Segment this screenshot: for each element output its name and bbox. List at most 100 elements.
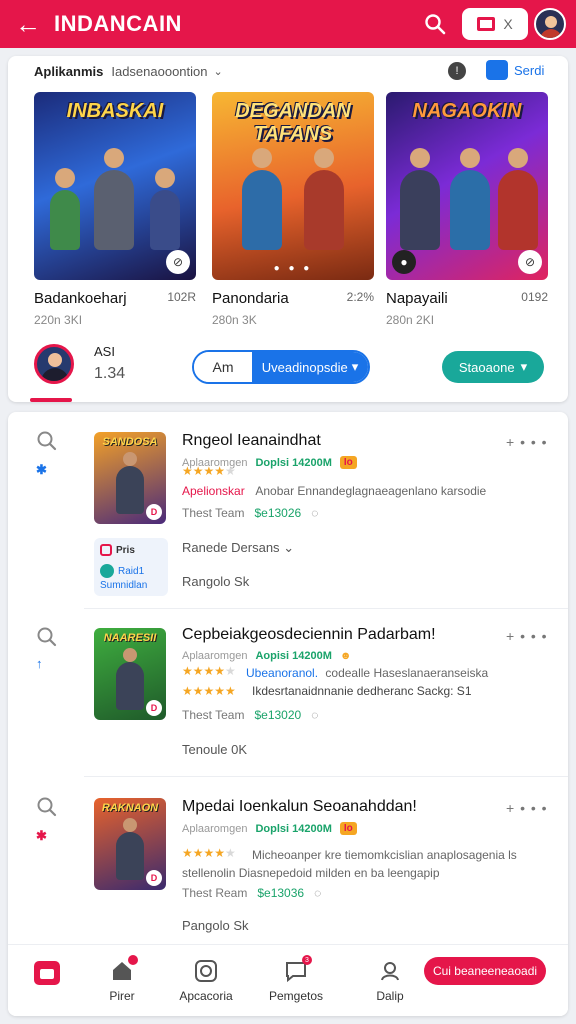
stat-label: Thest Team — [182, 506, 245, 520]
list-item[interactable]: ✱ SANDOSA D Rngeol Ieanaindhat + • • • A… — [8, 412, 568, 608]
circle-icon — [100, 564, 114, 578]
primary-cta-button[interactable]: Cui beaneeneaoadi — [424, 957, 546, 985]
teal-dropdown-button[interactable]: Staoaone ▾ — [442, 351, 544, 383]
clock-icon — [194, 959, 218, 983]
app-title[interactable]: Mpedai Ioenkalun Seoanahddan! — [182, 798, 417, 816]
caret-down-icon: ▾ — [520, 359, 528, 374]
profile-icon — [378, 959, 402, 983]
game-thumbnail[interactable]: DEGANDAN TAFANS ● ● ● — [212, 92, 374, 280]
app-stats: Thest Team $e13026 ◌ — [182, 506, 318, 520]
character-figure — [498, 148, 538, 250]
search-icon[interactable] — [418, 7, 452, 41]
notification-badge: 3 — [302, 955, 312, 965]
active-tab-indicator — [30, 398, 72, 402]
carousel-dots[interactable]: ● ● ● — [212, 263, 374, 274]
character-figure — [50, 168, 80, 250]
thumb-title: RAKNAON — [101, 802, 159, 814]
featured-games: INBASKAI ⊘ Badankoeharj 102R 220n 3KI DE… — [34, 92, 548, 332]
character-figure — [304, 148, 344, 250]
game-thumb-title: INBASKAI — [66, 100, 164, 122]
nav-label: Pemgetos — [268, 989, 324, 1003]
pin-icon: ↑ — [36, 656, 43, 671]
search-icon[interactable] — [36, 430, 58, 452]
chevron-down-icon[interactable]: ⌄ — [214, 65, 223, 78]
meta-label: Aplaaromgen — [182, 822, 248, 835]
more-options-icon[interactable]: + • • • — [506, 434, 548, 450]
sub-row-dropdown[interactable]: Ranede Dersans ⌄ — [182, 540, 294, 556]
tab-close-pill[interactable]: X — [462, 8, 528, 40]
app-stats: Thest Ream $e13036 ◌ — [182, 886, 321, 900]
teal-button-label: Staoaone — [458, 359, 515, 375]
badge-icon — [100, 544, 112, 556]
info-icon[interactable]: ! — [448, 62, 466, 80]
thumb-title: SANDOSA — [102, 436, 158, 448]
chat-icon[interactable]: ◌ — [311, 506, 318, 520]
user-avatar[interactable] — [34, 344, 74, 384]
chevron-down-icon: ⌄ — [283, 540, 295, 555]
stat-label: Thest Ream — [182, 886, 248, 900]
app-description-secondary: stellenolin Diasnepedoid milden en ba le… — [182, 866, 440, 880]
bottom-navigation: Pirer Apcacoria 3 Pemgetos Dalip Cui bea… — [8, 944, 568, 1016]
character-figure — [94, 148, 134, 250]
home-icon[interactable] — [34, 961, 60, 985]
rating-stars: ★★★★★ — [182, 464, 236, 478]
app-description-secondary: Ikdesrtanaidnnanie dedheranc Sackg: S1 — [252, 684, 472, 698]
badge-icon: D — [146, 700, 162, 716]
game-card[interactable]: DEGANDAN TAFANS ● ● ● Panondaria 2:2% 28… — [212, 92, 374, 327]
emoji-icon: ☻ — [339, 650, 352, 662]
mini-promo-card[interactable]: Pris Raid1 Sumnidlan — [94, 538, 168, 596]
character-figure — [400, 148, 440, 250]
app-thumbnail[interactable]: RAKNAON D — [94, 798, 166, 890]
search-icon[interactable] — [36, 626, 58, 648]
app-meta: Aplaaromgen Aopisi 14200M ☻ — [182, 650, 351, 662]
game-thumbnail[interactable]: INBASKAI ⊘ — [34, 92, 196, 280]
sub-row: Pangolo Sk — [182, 918, 249, 933]
sub-row: Rangolo Sk — [182, 574, 250, 589]
featured-card: Aplikanmis Iadsenaooontion ⌄ ! Serdi INB… — [8, 56, 568, 402]
app-title[interactable]: Cepbeiakgeosdeciennin Padarbam! — [182, 626, 436, 644]
filter-dropdown[interactable]: Iadsenaooontion — [111, 64, 207, 79]
segmented-control: Am Uveadinopsdie ▾ — [192, 350, 370, 384]
share-button[interactable]: Serdi — [486, 60, 544, 80]
game-card[interactable]: INBASKAI ⊘ Badankoeharj 102R 220n 3KI — [34, 92, 196, 327]
segment-option-a[interactable]: Am — [194, 352, 252, 382]
nav-item[interactable]: Pirer — [82, 955, 162, 1003]
app-thumbnail[interactable]: NAARESII D — [94, 628, 166, 720]
chat-icon[interactable]: ◌ — [314, 886, 321, 900]
chat-icon[interactable]: ◌ — [311, 708, 318, 722]
meta-label: Aplaaromgen — [182, 650, 248, 662]
chat-bubble-icon: 3 — [284, 955, 312, 983]
link-icon[interactable]: ⊘ — [166, 250, 190, 274]
search-icon[interactable] — [36, 796, 58, 818]
more-options-icon[interactable]: + • • • — [506, 628, 548, 644]
meta-value: Aopisi 14200M — [255, 650, 332, 662]
profile-avatar[interactable] — [534, 8, 566, 40]
game-size: 102R — [167, 290, 196, 304]
mini-line-3: Sumnidlan — [100, 580, 148, 591]
top-bar: ← INDANCAIN X — [0, 0, 576, 48]
app-thumbnail[interactable]: SANDOSA D — [94, 432, 166, 524]
badge-icon: D — [146, 504, 162, 520]
app-title: INDANCAIN — [54, 11, 182, 36]
nav-item[interactable]: Dalip — [350, 959, 430, 1003]
thumb-title: NAARESII — [103, 632, 157, 644]
nav-item[interactable]: Apcacoria — [166, 959, 246, 1003]
link-icon[interactable]: ⊘ — [518, 250, 542, 274]
pin-icon: ✱ — [36, 828, 47, 843]
game-card[interactable]: NAGAOKIN ● ⊘ Napayaili 0192 280n 2KI — [386, 92, 548, 327]
more-options-icon[interactable]: + • • • — [506, 800, 548, 816]
game-thumbnail[interactable]: NAGAOKIN ● ⊘ — [386, 92, 548, 280]
featured-header: Aplikanmis Iadsenaooontion ⌄ — [34, 64, 223, 79]
list-item[interactable]: ✱ RAKNAON D Mpedai Ioenkalun Seoanahddan… — [8, 776, 568, 944]
back-arrow-icon[interactable]: ← — [10, 6, 46, 42]
nav-item[interactable]: 3 Pemgetos — [256, 955, 336, 1003]
app-title[interactable]: Rngeol Ieanaindhat — [182, 432, 321, 450]
list-item[interactable]: ↑ NAARESII D Cepbeiakgeosdeciennin Padar… — [8, 608, 568, 776]
game-downloads: 220n 3KI — [34, 313, 83, 327]
game-downloads: 280n 3K — [212, 313, 257, 327]
user-name: ASI — [94, 344, 115, 359]
notification-dot — [128, 955, 138, 965]
segment-option-b[interactable]: Uveadinopsdie ▾ — [252, 352, 368, 382]
play-icon[interactable]: ● — [392, 250, 416, 274]
nav-label: Pirer — [109, 989, 135, 1003]
